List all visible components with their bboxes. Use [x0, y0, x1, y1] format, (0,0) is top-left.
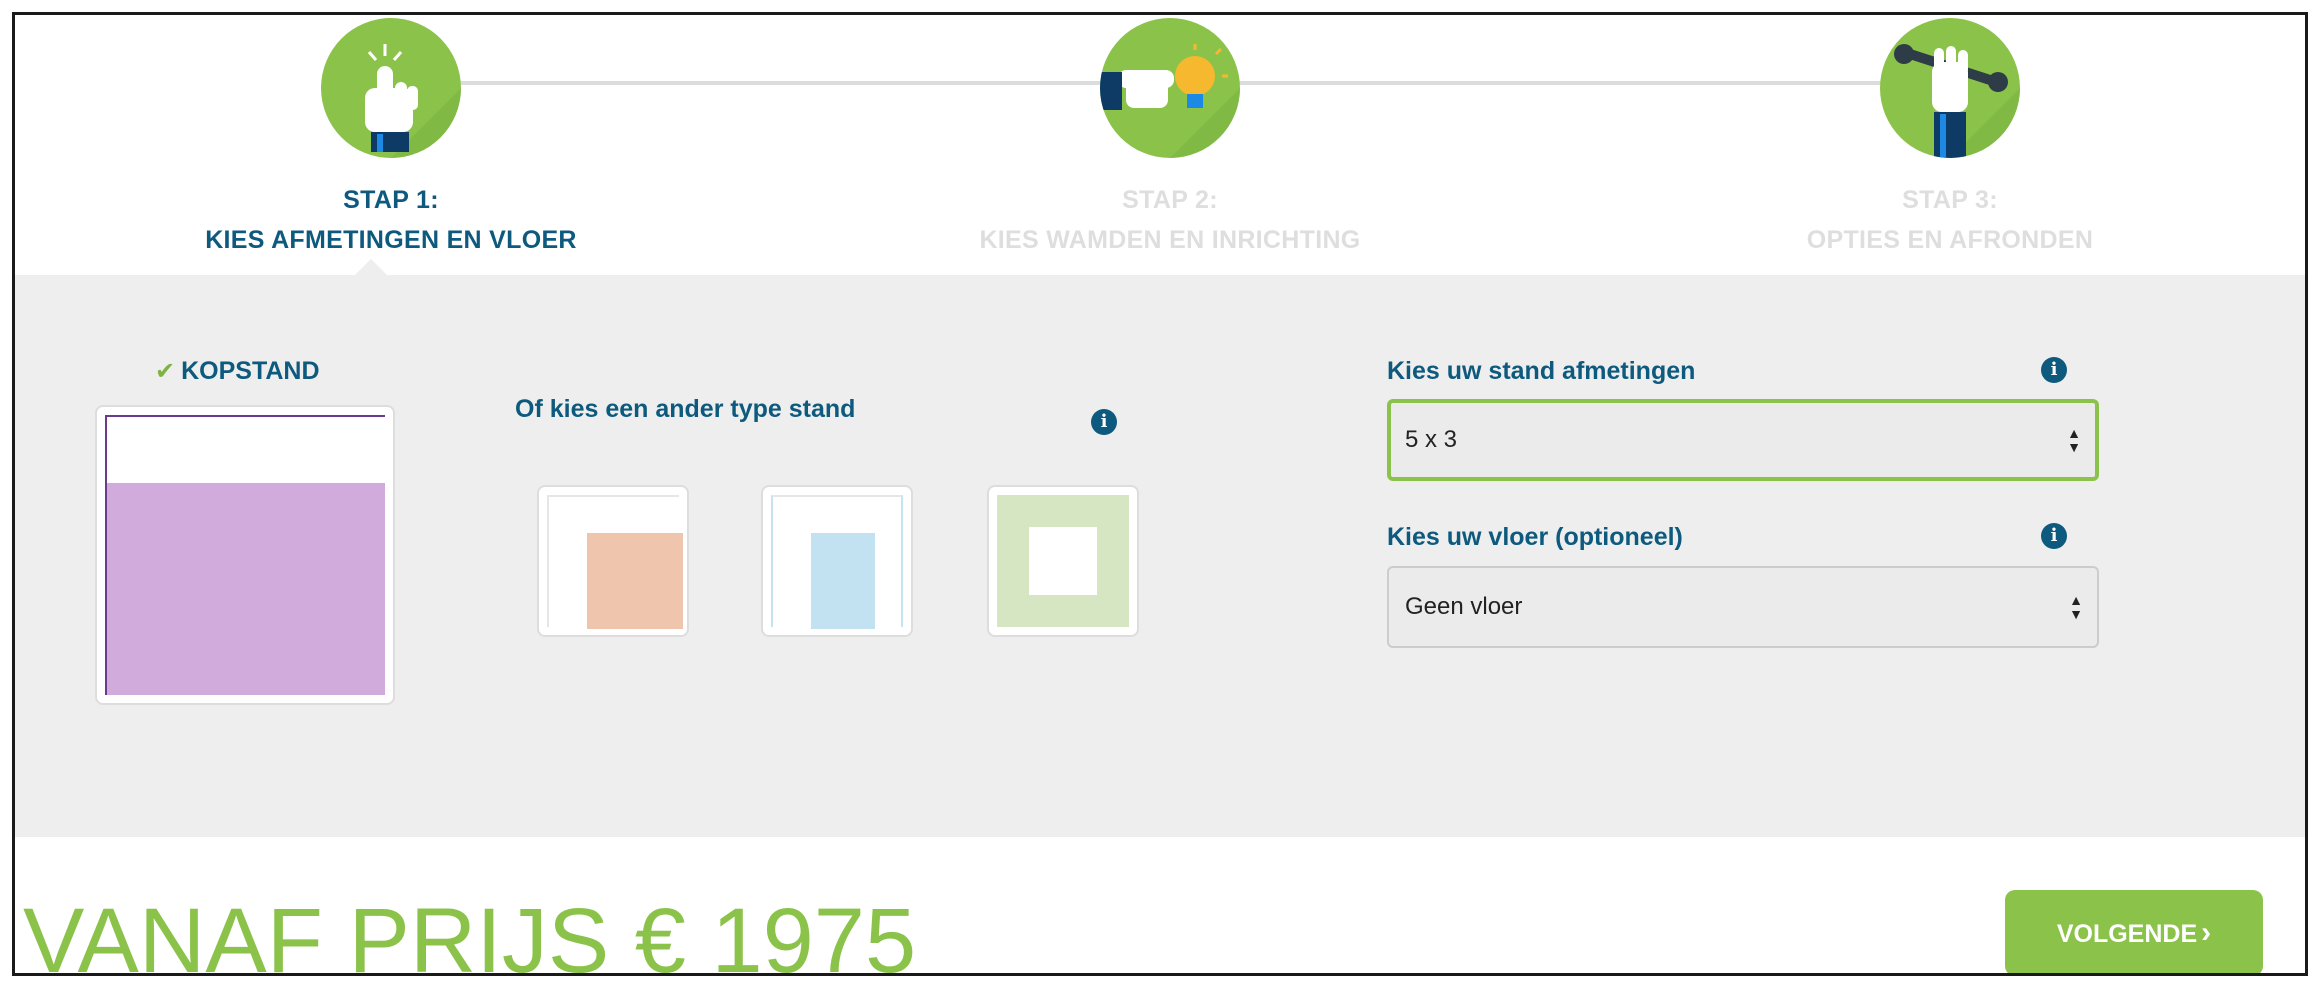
step-progress: STAP 1: KIES AFMETINGEN EN VLOER STAP 2:… [15, 15, 2305, 275]
hand-lightbulb-icon [1100, 18, 1240, 158]
select-arrows-icon: ▲ ▼ [2067, 425, 2081, 455]
step-2-title: STAP 2: KIES WAMDEN EN INRICHTING [890, 180, 1450, 260]
stand-type-kopstand[interactable] [95, 405, 395, 705]
chevron-right-icon: › [2201, 916, 2212, 949]
step-3-title: STAP 3: OPTIES EN AFRONDEN [1670, 180, 2230, 260]
floor-select[interactable]: Geen vloer ▲ ▼ [1387, 566, 2099, 648]
next-button-label: VOLGENDE [2056, 920, 2198, 948]
kopstand-preview [105, 415, 385, 695]
island-stand-center [1029, 527, 1097, 595]
floor-info-icon[interactable]: i [2041, 523, 2067, 549]
step-3[interactable]: STAP 3: OPTIES EN AFRONDEN [1670, 15, 2230, 260]
stand-type-island[interactable] [987, 485, 1139, 637]
other-stand-types-label: Of kies een ander type stand [515, 395, 856, 423]
hand-wrench-icon [1880, 18, 2020, 158]
stand-type-side[interactable] [761, 485, 913, 637]
info-icon[interactable]: i [1091, 409, 1117, 435]
step-1-title: STAP 1: KIES AFMETINGEN EN VLOER [111, 180, 671, 260]
side-stand-preview [771, 495, 903, 629]
active-step-pointer [355, 259, 387, 275]
step-3-name: OPTIES EN AFRONDEN [1806, 226, 2094, 254]
check-icon: ✔ [155, 358, 176, 385]
selected-stand-label: ✔ KOPSTAND [155, 357, 320, 386]
corner-stand-fill [587, 533, 683, 629]
floor-value: Geen vloer [1405, 593, 1523, 620]
select-arrows-icon: ▲ ▼ [2069, 592, 2083, 622]
step-1-name: KIES AFMETINGEN EN VLOER [205, 226, 577, 254]
starting-price: VANAF PRIJS € 1975 [23, 890, 917, 976]
selected-stand-name: KOPSTAND [181, 357, 320, 385]
dimensions-label: Kies uw stand afmetingen [1387, 357, 1696, 385]
dimensions-value: 5 x 3 [1405, 426, 1458, 453]
corner-stand-preview [547, 495, 683, 629]
step-2[interactable]: STAP 2: KIES WAMDEN EN INRICHTING [890, 15, 1450, 260]
step-1-number: STAP 1: [343, 186, 439, 214]
dimensions-select[interactable]: 5 x 3 ▲ ▼ [1387, 399, 2099, 481]
next-button[interactable]: VOLGENDE › [2005, 890, 2263, 973]
pointing-hand-icon [321, 18, 461, 158]
step-3-number: STAP 3: [1902, 186, 1998, 214]
dimensions-info-icon[interactable]: i [2041, 357, 2067, 383]
step-2-name: KIES WAMDEN EN INRICHTING [979, 226, 1361, 254]
stand-type-corner[interactable] [537, 485, 689, 637]
island-stand-preview [997, 495, 1129, 627]
step-2-number: STAP 2: [1122, 186, 1218, 214]
kopstand-fill [107, 483, 385, 695]
step-1[interactable]: STAP 1: KIES AFMETINGEN EN VLOER [111, 15, 671, 260]
configurator-frame: STAP 1: KIES AFMETINGEN EN VLOER STAP 2:… [12, 12, 2308, 976]
side-stand-fill [811, 533, 875, 629]
floor-label: Kies uw vloer (optioneel) [1387, 523, 1683, 551]
